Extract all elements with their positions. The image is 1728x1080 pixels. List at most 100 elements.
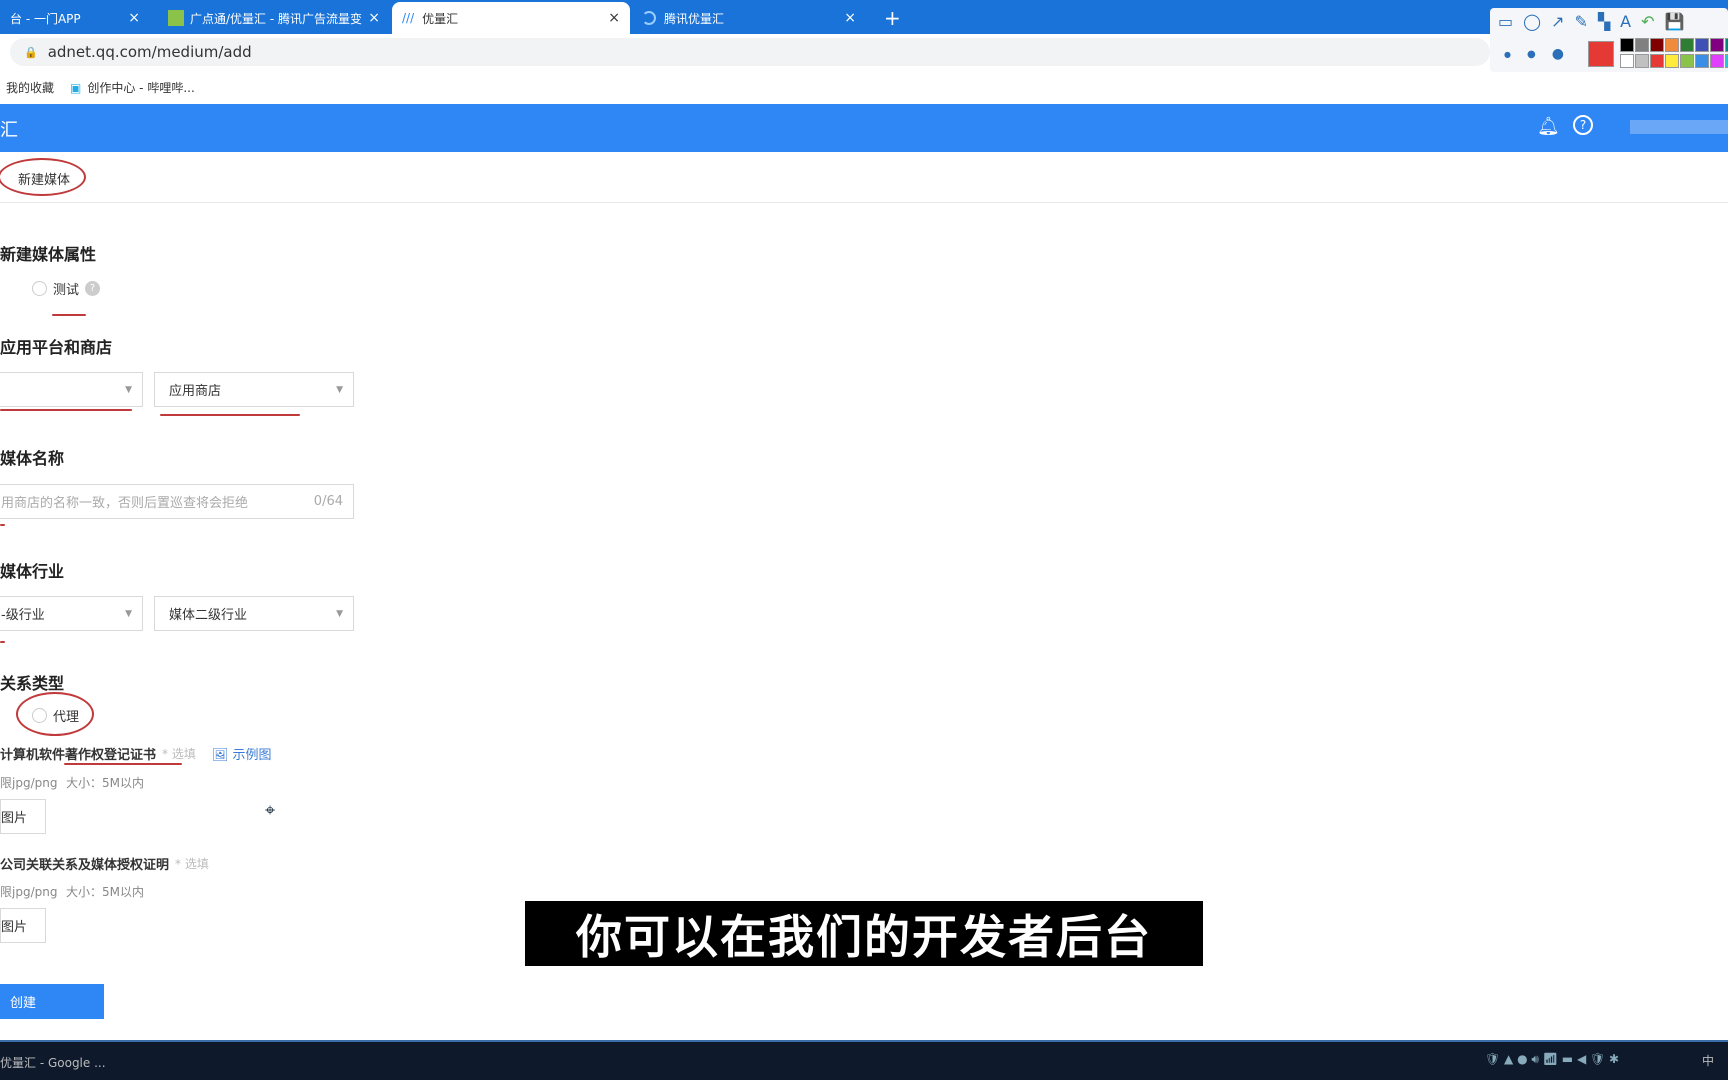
size-hint: 大小：5M以内 [66, 885, 144, 899]
create-button[interactable]: 创建 [0, 984, 104, 1019]
taskbar-item-chrome[interactable]: 优量汇 - Google ... [0, 1054, 106, 1071]
section-title: 新建媒体属性 [0, 245, 97, 264]
cert2-label: 公司关联关系及媒体授权证明 * 选填 [0, 854, 209, 873]
color-swatch[interactable] [1635, 38, 1649, 52]
user-account-blurred[interactable] [1630, 120, 1728, 134]
tab-yimen[interactable]: 台 - 一门APP × [0, 2, 150, 34]
close-icon[interactable]: × [368, 10, 380, 26]
media-name-input[interactable]: 用商店的名称一致，否则后置巡查将会拒绝 0/64 [0, 484, 354, 519]
optional-tag: * 选填 [162, 747, 196, 761]
color-swatch[interactable] [1695, 38, 1709, 52]
url-text: adnet.qq.com/medium/add [47, 43, 252, 61]
help-icon[interactable]: ? [1573, 115, 1593, 135]
undo-icon[interactable]: ↶ [1641, 12, 1654, 31]
color-swatch[interactable] [1650, 54, 1664, 68]
arrow-tool-icon[interactable]: ↗ [1551, 12, 1564, 31]
field-title: 公司关联关系及媒体授权证明 [0, 858, 170, 873]
annotation-underline [160, 414, 300, 416]
crosshair-cursor-icon: ⌖ [265, 800, 276, 821]
bell-icon[interactable]: 🔔︎ [1537, 116, 1560, 137]
close-icon[interactable]: × [844, 10, 856, 26]
section-title: 关系类型 [0, 674, 65, 693]
color-swatch[interactable] [1680, 38, 1694, 52]
chevron-down-icon: ▼ [336, 608, 343, 619]
tab-bar: 台 - 一门APP × 广点通/优量汇 - 腾讯广告流量变 × /// 优量汇 × 腾讯… [0, 0, 1728, 34]
text-tool-icon[interactable]: A [1620, 12, 1631, 31]
color-swatch[interactable] [1680, 54, 1694, 68]
tab-guangdiantong[interactable]: 广点通/优量汇 - 腾讯广告流量变 × [158, 2, 390, 34]
bookmark-favorites[interactable]: 我的收藏 [6, 79, 54, 96]
bookmark-creator-center[interactable]: ▣ 创作中心 - 哔哩哔... [70, 79, 195, 96]
rectangle-tool-icon[interactable]: ▭ [1498, 12, 1513, 31]
color-swatch[interactable] [1665, 38, 1679, 52]
bookmarks-bar: 我的收藏 ▣ 创作中心 - 哔哩哔... [0, 70, 1728, 104]
format-hint: 限jpg/png [0, 885, 58, 899]
close-icon[interactable]: × [608, 10, 620, 26]
address-bar: 🔒 adnet.qq.com/medium/add [0, 34, 1728, 70]
annotation-underline [64, 763, 182, 765]
favicon-icon: /// [402, 11, 415, 25]
divider [0, 202, 1728, 203]
color-swatch[interactable] [1620, 54, 1634, 68]
field-title: 计算机软件著作权登记证书 [0, 748, 157, 763]
annotation-underline [0, 641, 5, 643]
system-tray-icons[interactable]: 🛡︎ ▲ ● 🔊︎ 📶︎ ▬ ◀ 🛡︎ ✱ [1485, 1052, 1619, 1067]
radio-circle [32, 281, 47, 296]
optional-tag: * 选填 [175, 857, 209, 871]
section-title: 应用平台和商店 [0, 338, 113, 357]
color-swatch[interactable] [1620, 38, 1634, 52]
upload-button[interactable]: 图片 [0, 908, 46, 943]
ellipse-tool-icon[interactable]: ◯ [1523, 12, 1541, 31]
chevron-down-icon: ▼ [125, 384, 132, 395]
color-swatch[interactable] [1635, 54, 1649, 68]
color-swatch[interactable] [1710, 54, 1724, 68]
close-icon[interactable]: × [128, 10, 140, 26]
app-logo[interactable]: 汇 [0, 116, 18, 142]
save-icon[interactable]: 💾 [1665, 12, 1685, 31]
new-tab-button[interactable]: + [874, 2, 911, 34]
size-large-icon[interactable]: ● [1552, 46, 1564, 62]
pen-tool-icon[interactable]: ✎ [1574, 12, 1587, 31]
industry-level1-select[interactable]: -级行业 ▼ [0, 596, 143, 631]
cert1-label: 计算机软件著作权登记证书 * 选填 🖼︎ 示例图 [0, 744, 272, 763]
tab-youlianghui[interactable]: /// 优量汇 × [392, 2, 630, 34]
char-count: 0/64 [313, 494, 343, 509]
format-hint: 限jpg/png [0, 776, 58, 790]
current-color-swatch[interactable] [1588, 41, 1614, 67]
select-value: 应用商店 [169, 384, 222, 399]
radio-test[interactable]: 测试? [32, 279, 101, 298]
upload-button[interactable]: 图片 [0, 799, 46, 834]
tab-label: 台 - 一门APP [10, 11, 81, 26]
size-medium-icon[interactable]: ● [1527, 49, 1536, 60]
ime-indicator[interactable]: 中 [1702, 1052, 1714, 1069]
app-header: 汇 🔔︎ ? [0, 104, 1728, 152]
help-icon[interactable]: ? [85, 281, 101, 296]
tab-label: 优量汇 [422, 11, 459, 26]
platform-select[interactable]: ▼ [0, 372, 143, 407]
chevron-down-icon: ▼ [125, 608, 132, 619]
example-link[interactable]: 🖼︎ 示例图 [212, 744, 272, 763]
bilibili-icon: ▣ [70, 80, 82, 95]
bookmark-label: 创作中心 - 哔哩哔... [87, 80, 195, 95]
taskbar: 优量汇 - Google ... 🛡︎ ▲ ● 🔊︎ 📶︎ ▬ ◀ 🛡︎ ✱ 中 [0, 1040, 1728, 1080]
select-value: -级行业 [1, 608, 45, 623]
annotation-underline [0, 524, 5, 526]
section-title: 媒体名称 [0, 449, 65, 468]
image-icon: 🖼︎ [211, 748, 233, 763]
input-placeholder: 用商店的名称一致，否则后置巡查将会拒绝 [1, 496, 249, 511]
url-input[interactable]: 🔒 adnet.qq.com/medium/add [10, 38, 1490, 66]
size-small-icon[interactable]: ● [1504, 50, 1511, 59]
color-swatch[interactable] [1710, 38, 1724, 52]
tab-tencent-youlianghui[interactable]: 腾讯优量汇 × [632, 2, 866, 34]
color-swatch[interactable] [1665, 54, 1679, 68]
annotation-underline [0, 409, 132, 411]
mosaic-tool-icon[interactable]: ▚ [1598, 12, 1610, 31]
tab-label: 广点通/优量汇 - 腾讯广告流量变 [190, 11, 363, 26]
loading-icon [642, 11, 656, 25]
video-subtitle: 你可以在我们的开发者后台 [525, 901, 1203, 966]
store-select[interactable]: 应用商店 ▼ [154, 372, 354, 407]
industry-level2-select[interactable]: 媒体二级行业 ▼ [154, 596, 354, 631]
color-swatch[interactable] [1650, 38, 1664, 52]
select-value: 媒体二级行业 [169, 608, 248, 623]
color-swatch[interactable] [1695, 54, 1709, 68]
